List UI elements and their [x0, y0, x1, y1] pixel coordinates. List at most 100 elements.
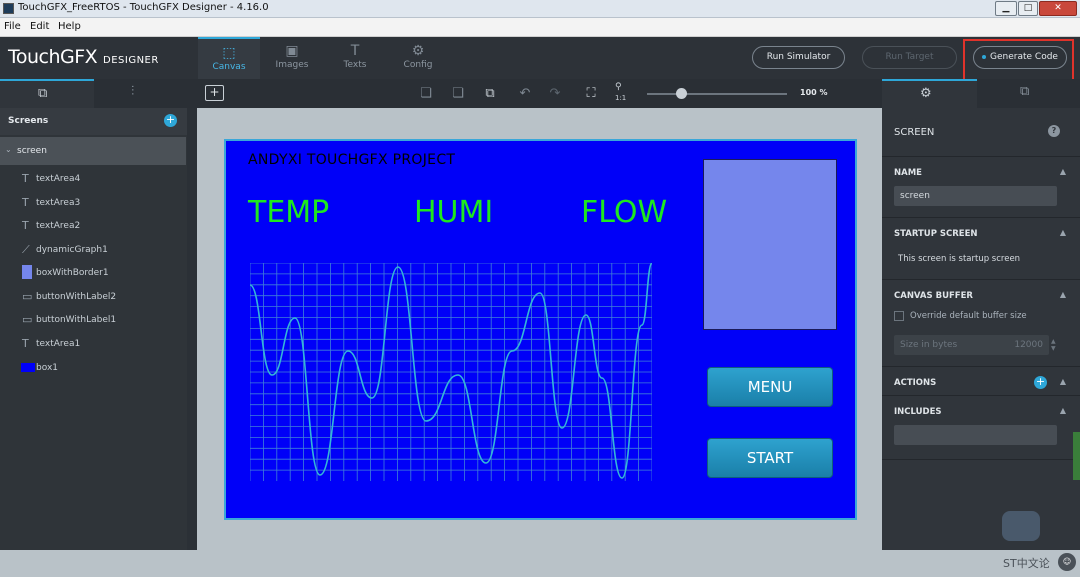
tree-item-label: textArea1 — [36, 339, 81, 349]
chevron-up-icon[interactable]: ▲ — [1060, 167, 1066, 176]
project-title-text[interactable]: ANDYXI TOUCHGFX PROJECT — [248, 152, 455, 168]
chat-icon: ☺ — [1058, 553, 1076, 571]
lcd-screen[interactable]: ANDYXI TOUCHGFX PROJECT TEMP HUMI FLOW M… — [224, 139, 857, 520]
add-screen-icon[interactable]: + — [164, 114, 177, 127]
tree-item-textarea4[interactable]: TtextArea4 — [0, 167, 187, 190]
toolbar: ⧉ ⫶ + ❏ ❏ ⧉ ↶ ↷ ⛶ ⚲ 1:1 100 % ⚙ ⧉ — [0, 79, 1080, 108]
chevron-up-icon[interactable]: ▲ — [1060, 228, 1066, 237]
tab-screen-properties[interactable]: ⚙ — [882, 79, 977, 108]
texts-icon: T — [350, 43, 360, 59]
status-bar: ST中文论 ☺ — [0, 550, 1080, 577]
fit-screen-icon[interactable]: ⛶ — [580, 84, 602, 104]
tree-item-box1[interactable]: box1 — [0, 356, 187, 379]
send-back-icon[interactable]: ❏ — [448, 84, 468, 104]
add-action-icon[interactable]: + — [1034, 376, 1047, 389]
override-checkbox[interactable] — [894, 311, 904, 321]
undo-icon[interactable]: ↶ — [515, 84, 535, 104]
canvas-buffer-section: CANVAS BUFFER ▲ Override default buffer … — [882, 279, 1080, 366]
menu-edit[interactable]: Edit — [30, 21, 49, 32]
tree-item-label: buttonWithLabel2 — [36, 292, 117, 302]
zoom-icon: ⚲ — [615, 82, 622, 92]
startup-label: STARTUP SCREEN — [894, 229, 978, 239]
tree-item-label: textArea3 — [36, 198, 81, 208]
minimize-icon[interactable]: ▁ — [995, 1, 1017, 16]
tree-screen-item[interactable]: ⌄ screen — [0, 137, 186, 165]
menu-help[interactable]: Help — [58, 21, 81, 32]
interactions-icon: ⧉ — [1020, 84, 1030, 99]
tree-item-label: box1 — [36, 363, 58, 373]
startup-section: STARTUP SCREEN ▲ This screen is startup … — [882, 217, 1080, 279]
startup-text: This screen is startup screen — [898, 254, 1021, 264]
side-indicator — [1073, 432, 1080, 480]
run-simulator-button[interactable]: Run Simulator — [752, 46, 845, 69]
includes-input[interactable] — [894, 425, 1057, 445]
chevron-up-icon[interactable]: ▲ — [1060, 290, 1066, 299]
menu-file[interactable]: File — [4, 21, 21, 32]
redo-icon[interactable]: ↷ — [545, 84, 565, 104]
button-icon: ▭ — [22, 290, 33, 303]
text-icon: T — [22, 172, 29, 185]
actions-label: ACTIONS — [894, 378, 937, 388]
tab-properties-tree[interactable]: ⫶ — [95, 79, 187, 108]
tree-item-label: dynamicGraph1 — [36, 245, 108, 255]
tree-item-buttonwithlabel1[interactable]: ▭ buttonWithLabel1 — [0, 308, 187, 331]
tree-item-boxwithborder1[interactable]: boxWithBorder1 — [0, 261, 187, 284]
menu-bar: File Edit Help — [0, 18, 1080, 37]
size-label: Size in bytes — [900, 340, 958, 350]
zoom-slider[interactable] — [647, 93, 787, 95]
canvas-buffer-label: CANVAS BUFFER — [894, 291, 973, 301]
tab-texts-label: Texts — [343, 60, 367, 70]
close-icon[interactable]: ✕ — [1039, 1, 1077, 16]
maximize-icon[interactable]: □ — [1018, 1, 1038, 16]
dynamic-graph[interactable] — [250, 263, 652, 481]
zoom-slider-handle[interactable] — [676, 88, 687, 99]
stepper-icon[interactable]: ▲ ▼ — [1051, 338, 1056, 352]
tab-images[interactable]: ▣ Images — [261, 37, 323, 79]
screen-section: SCREEN ? — [882, 108, 1080, 156]
tree-item-buttonwithlabel2[interactable]: ▭ buttonWithLabel2 — [0, 285, 187, 308]
buffer-size-input[interactable]: Size in bytes 12000 — [894, 335, 1049, 355]
chevron-up-icon[interactable]: ▲ — [1060, 406, 1066, 415]
chat-bubble-icon — [1002, 511, 1040, 541]
flow-label[interactable]: FLOW — [581, 195, 667, 230]
text-icon: T — [22, 196, 29, 209]
tree-item-label: buttonWithLabel1 — [36, 315, 117, 325]
button-icon: ▭ — [22, 313, 33, 326]
run-target-button[interactable]: Run Target — [862, 46, 957, 69]
tab-canvas[interactable]: ⬚ Canvas — [198, 37, 260, 79]
tab-config[interactable]: ⚙ Config — [387, 37, 449, 79]
name-section: NAME ▲ screen — [882, 156, 1080, 217]
group-icon[interactable]: ⧉ — [479, 84, 501, 104]
add-widget-icon[interactable]: + — [205, 85, 224, 101]
tree-item-textarea1[interactable]: TtextArea1 — [0, 332, 187, 355]
chevron-up-icon[interactable]: ▲ — [1060, 377, 1066, 386]
tree-item-textarea2[interactable]: TtextArea2 — [0, 214, 187, 237]
chevron-down-icon: ⌄ — [5, 145, 12, 154]
tree-item-label: textArea2 — [36, 221, 81, 231]
tab-config-label: Config — [403, 60, 433, 70]
size-value: 12000 — [1014, 340, 1043, 350]
tab-interactions[interactable]: ⧉ — [978, 79, 1080, 108]
menu-button[interactable]: MENU — [707, 367, 833, 407]
bring-front-icon[interactable]: ❏ — [416, 84, 436, 104]
window-title-bar: TouchGFX_FreeRTOS - TouchGFX Designer - … — [0, 0, 1080, 18]
tab-screens-tree[interactable]: ⧉ — [0, 79, 94, 108]
help-icon[interactable]: ? — [1048, 125, 1060, 137]
tab-texts[interactable]: T Texts — [324, 37, 386, 79]
zoom-reset-label[interactable]: 1:1 — [615, 94, 626, 102]
tree-item-textarea3[interactable]: TtextArea3 — [0, 191, 187, 214]
screens-title: Screens — [8, 116, 49, 126]
box-border-icon — [22, 265, 32, 279]
box-with-border[interactable] — [703, 159, 837, 330]
config-icon: ⚙ — [411, 43, 425, 59]
temp-label[interactable]: TEMP — [248, 195, 329, 230]
tree-item-dynamicgraph1[interactable]: ⟋ dynamicGraph1 — [0, 238, 187, 261]
name-label: NAME — [894, 168, 922, 178]
text-icon: T — [22, 337, 29, 350]
screen-name-input[interactable]: screen — [894, 186, 1057, 206]
start-button[interactable]: START — [707, 438, 833, 478]
canvas-icon: ⬚ — [222, 45, 236, 61]
watermark-text: ST中文论 — [1003, 557, 1050, 570]
humi-label[interactable]: HUMI — [414, 195, 493, 230]
includes-label: INCLUDES — [894, 407, 942, 417]
